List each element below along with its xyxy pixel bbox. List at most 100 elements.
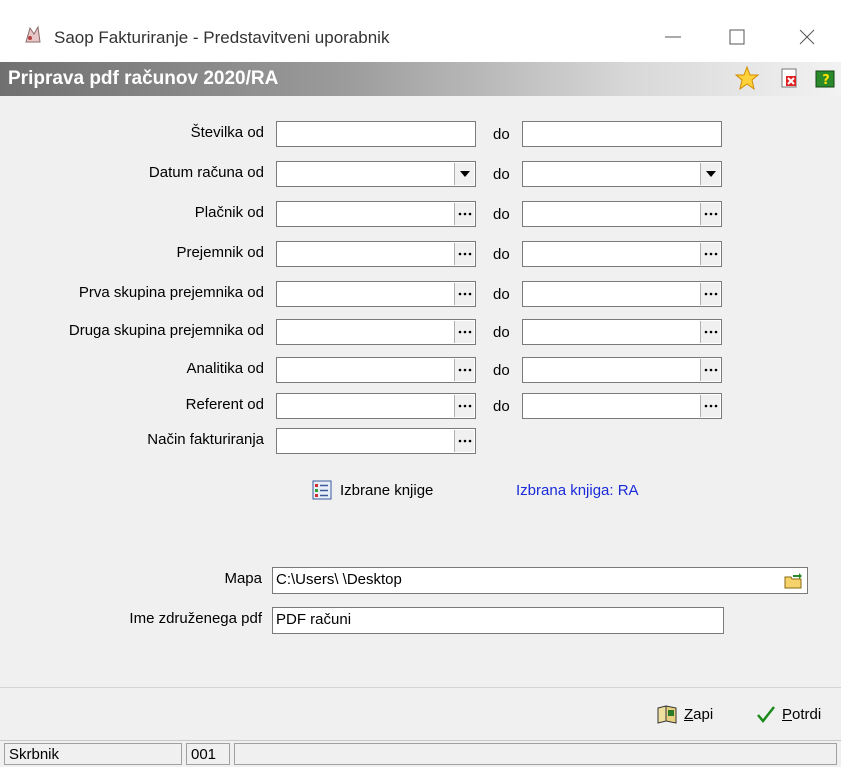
- zapri-rest: api: [693, 705, 714, 723]
- from-field[interactable]: [276, 241, 476, 267]
- mapa-label: Mapa: [224, 570, 262, 587]
- ellipsis-icon: [458, 252, 471, 256]
- maximize-button[interactable]: [714, 20, 760, 54]
- books-button[interactable]: Izbrane knjige: [312, 480, 433, 500]
- selected-book: Izbrana knjiga: RA: [516, 482, 639, 499]
- nacin-lookup-button[interactable]: [454, 430, 474, 452]
- potrdi-accesskey: P: [782, 705, 793, 723]
- ellipsis-icon: [458, 404, 471, 408]
- minimize-button[interactable]: [650, 20, 696, 54]
- row-label: Številka od: [190, 124, 264, 141]
- to-field[interactable]: [522, 161, 722, 187]
- form-title: Priprava pdf računov 2020/RA: [8, 68, 279, 89]
- potrdi-rest: otrdi: [792, 705, 822, 723]
- form-header: Priprava pdf računov 2020/RA ?: [0, 62, 841, 96]
- to-field[interactable]: [522, 393, 722, 419]
- row-label: Prva skupina prejemnika od: [78, 284, 264, 301]
- help-icon[interactable]: ?: [813, 65, 839, 91]
- svg-text:?: ?: [822, 73, 830, 88]
- lookup-button[interactable]: [454, 359, 474, 381]
- do-label: do: [493, 206, 510, 223]
- status-message: [234, 743, 837, 765]
- status-bar: Skrbnik 001: [0, 740, 841, 767]
- close-doc-icon[interactable]: [776, 65, 802, 91]
- to-field[interactable]: [522, 241, 722, 267]
- ellipsis-icon: [704, 292, 717, 296]
- nacin-label: Način fakturiranja: [147, 431, 264, 448]
- from-field[interactable]: [276, 201, 476, 227]
- lookup-button[interactable]: [700, 359, 720, 381]
- lookup-button[interactable]: [700, 243, 720, 265]
- checkmark-icon: [757, 706, 775, 723]
- do-label: do: [493, 398, 510, 415]
- ellipsis-icon: [704, 212, 717, 216]
- books-label: Izbrane knjige: [340, 481, 434, 499]
- do-label: do: [493, 324, 510, 341]
- potrdi-label: Potrdi: [782, 706, 821, 723]
- lookup-button[interactable]: [700, 283, 720, 305]
- zapri-button[interactable]: Zapi: [656, 704, 713, 724]
- to-field[interactable]: [522, 201, 722, 227]
- do-label: do: [493, 126, 510, 143]
- dropdown-arrow-icon: [705, 171, 716, 177]
- from-field[interactable]: [276, 161, 476, 187]
- to-field[interactable]: [522, 357, 722, 383]
- close-window-button[interactable]: [784, 20, 830, 54]
- folder-browse-icon: [784, 572, 802, 588]
- dropdown-button[interactable]: [700, 163, 720, 185]
- mapa-value: C:\Users\ \Desktop: [276, 571, 402, 588]
- row-label: Datum računa od: [148, 164, 264, 181]
- minimize-icon: [665, 36, 681, 38]
- from-field[interactable]: [276, 319, 476, 345]
- ellipsis-icon: [458, 330, 471, 334]
- ime-value: PDF računi: [276, 611, 352, 628]
- zapri-label: Zapi: [684, 706, 713, 723]
- lookup-button[interactable]: [454, 243, 474, 265]
- to-field[interactable]: [522, 281, 722, 307]
- to-field[interactable]: [522, 121, 722, 147]
- lookup-button[interactable]: [700, 395, 720, 417]
- from-field[interactable]: [276, 121, 476, 147]
- from-field[interactable]: [276, 393, 476, 419]
- dropdown-arrow-icon: [459, 171, 470, 177]
- ellipsis-icon: [704, 368, 717, 372]
- potrdi-button[interactable]: Potrdi: [756, 704, 821, 724]
- ime-label: Ime združenega pdf: [129, 610, 262, 627]
- dropdown-button[interactable]: [454, 163, 474, 185]
- lookup-button[interactable]: [454, 203, 474, 225]
- ime-input[interactable]: PDF računi: [272, 607, 724, 634]
- row-label: Druga skupina prejemnika od: [68, 322, 264, 339]
- status-code: 001: [186, 743, 230, 765]
- lookup-button[interactable]: [454, 395, 474, 417]
- to-field[interactable]: [522, 319, 722, 345]
- ellipsis-icon: [704, 330, 717, 334]
- window-titlebar: Saop Fakturiranje - Predstavitveni upora…: [0, 0, 841, 62]
- do-label: do: [493, 286, 510, 303]
- folder-browse-button[interactable]: [780, 569, 806, 592]
- lookup-button[interactable]: [700, 321, 720, 343]
- row-label: Prejemnik od: [176, 244, 264, 261]
- mapa-input[interactable]: C:\Users\ \Desktop: [272, 567, 808, 594]
- do-label: do: [493, 246, 510, 263]
- ellipsis-icon: [458, 368, 471, 372]
- lookup-button[interactable]: [700, 203, 720, 225]
- do-label: do: [493, 166, 510, 183]
- close-icon: [799, 29, 815, 45]
- ellipsis-icon: [458, 292, 471, 296]
- row-label: Plačnik od: [194, 204, 264, 221]
- window-title: Saop Fakturiranje - Predstavitveni upora…: [54, 28, 390, 47]
- row-label: Analitika od: [186, 360, 264, 377]
- from-field[interactable]: [276, 281, 476, 307]
- from-field[interactable]: [276, 357, 476, 383]
- ellipsis-icon: [704, 404, 717, 408]
- status-user: Skrbnik: [4, 743, 182, 765]
- app-icon: [25, 25, 41, 43]
- ellipsis-icon: [458, 439, 471, 443]
- lookup-button[interactable]: [454, 321, 474, 343]
- zapri-accesskey: Z: [684, 705, 694, 723]
- star-icon[interactable]: [734, 65, 760, 91]
- nacin-field[interactable]: [276, 428, 476, 454]
- row-label: Referent od: [185, 396, 264, 413]
- do-label: do: [493, 362, 510, 379]
- lookup-button[interactable]: [454, 283, 474, 305]
